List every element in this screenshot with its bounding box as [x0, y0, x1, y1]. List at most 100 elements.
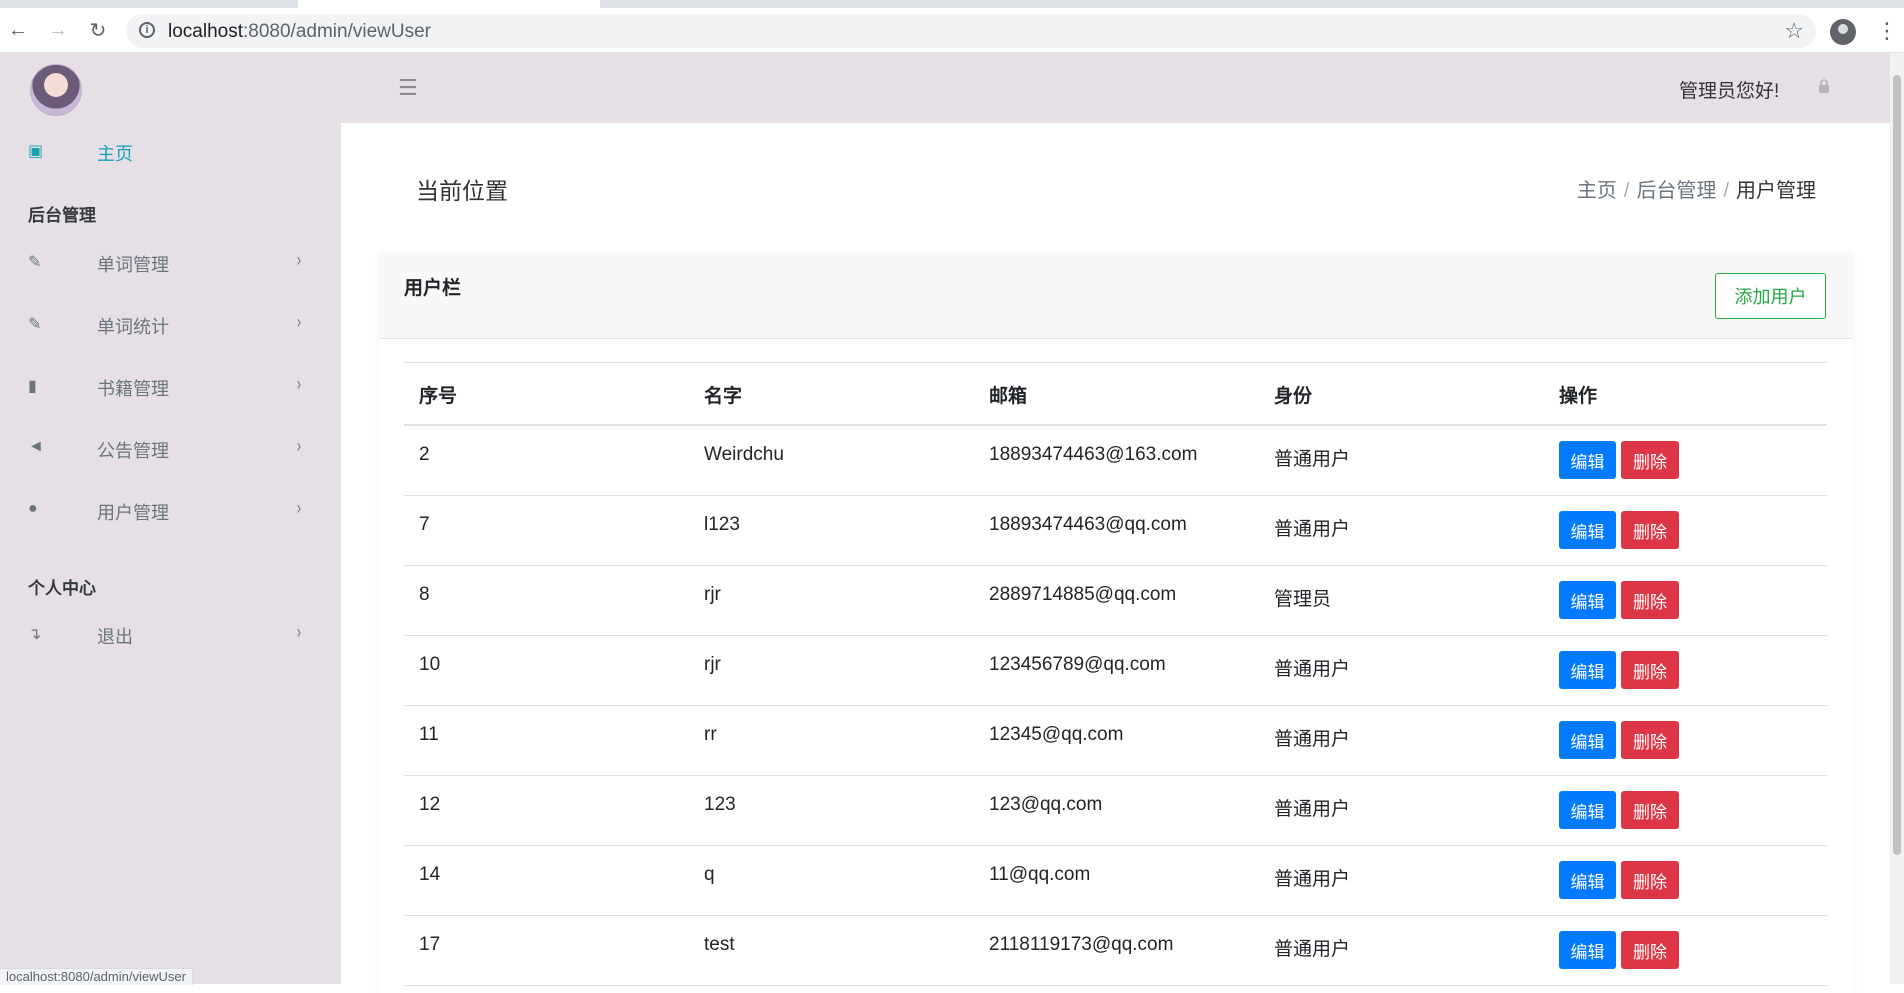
edit-button[interactable]: 编辑 — [1559, 511, 1616, 549]
breadcrumb-admin[interactable]: 后台管理 — [1636, 180, 1716, 202]
lock-icon[interactable] — [1817, 79, 1831, 93]
edit-icon: ✎ — [28, 316, 42, 333]
sidebar-item-label: 用户管理 — [97, 503, 169, 523]
sidebar-section-personal: 个人中心 — [28, 579, 96, 598]
edit-button[interactable]: 编辑 — [1559, 581, 1616, 619]
cell-id: 7 — [419, 514, 430, 535]
delete-button[interactable]: 删除 — [1621, 511, 1679, 549]
cell-email: 18893474463@qq.com — [989, 514, 1187, 535]
reload-icon[interactable]: ↻ — [84, 16, 112, 44]
sidebar: ▣ 主页 后台管理 ✎ 单词管理 › ✎ 单词统计 › ▮ 书籍管理 › ◄ 公… — [0, 53, 341, 984]
page-title: 当前位置 — [416, 178, 508, 204]
browser-menu-icon[interactable]: ⋮ — [1876, 20, 1898, 42]
cell-name: Weirdchu — [704, 444, 784, 465]
breadcrumb-separator: / — [1723, 180, 1729, 202]
table-row: 2 Weirdchu 18893474463@163.com 普通用户 编辑 删… — [404, 426, 1827, 496]
cell-name: rjr — [704, 584, 721, 605]
sidebar-item-book-management[interactable]: ▮ 书籍管理 › — [0, 366, 341, 406]
user-icon: ● — [28, 500, 38, 517]
address-bar[interactable]: i localhost:8080/admin/viewUser ☆ — [126, 14, 1816, 48]
sidebar-item-logout[interactable]: ↴ 退出 › — [0, 614, 341, 654]
laptop-icon: ▣ — [28, 143, 44, 160]
sidebar-item-label: 单词统计 — [97, 317, 169, 337]
cell-role: 普通用户 — [1274, 869, 1351, 890]
edit-button[interactable]: 编辑 — [1559, 791, 1616, 829]
page-scrollbar[interactable] — [1890, 53, 1904, 984]
delete-button[interactable]: 删除 — [1621, 581, 1679, 619]
table-row: 17 test 2118119173@qq.com 普通用户 编辑 删除 — [404, 916, 1827, 986]
cell-email: 12345@qq.com — [989, 724, 1124, 745]
avatar — [30, 64, 82, 116]
admin-greeting: 管理员您好! — [1679, 81, 1780, 102]
sidebar-item-word-statistics[interactable]: ✎ 单词统计 › — [0, 304, 341, 344]
cell-email: 2118119173@qq.com — [989, 934, 1174, 955]
chevron-right-icon: › — [296, 374, 302, 394]
edit-button[interactable]: 编辑 — [1559, 721, 1616, 759]
delete-button[interactable]: 删除 — [1621, 721, 1679, 759]
logout-icon: ↴ — [28, 626, 42, 643]
edit-button[interactable]: 编辑 — [1559, 931, 1616, 969]
cell-id: 11 — [419, 724, 439, 745]
user-card: 用户栏 添加用户 序号 名字 邮箱 身份 操作 2 Weirdchu 18893… — [379, 253, 1853, 993]
browser-toolbar: ← → ↻ i localhost:8080/admin/viewUser ☆ … — [0, 8, 1904, 53]
delete-button[interactable]: 删除 — [1621, 791, 1679, 829]
table-row: 14 q 11@qq.com 普通用户 编辑 删除 — [404, 846, 1827, 916]
edit-button[interactable]: 编辑 — [1559, 651, 1616, 689]
browser-active-tab[interactable] — [298, 0, 600, 8]
forward-icon[interactable]: → — [44, 16, 72, 44]
menu-toggle-icon[interactable]: ☰ — [398, 75, 418, 101]
column-header-email: 邮箱 — [989, 386, 1028, 407]
status-bar-url: localhost:8080/admin/viewUser — [0, 968, 193, 985]
breadcrumb-current: 用户管理 — [1736, 180, 1816, 202]
add-user-button[interactable]: 添加用户 — [1715, 273, 1826, 319]
cell-email: 123@qq.com — [989, 794, 1103, 815]
edit-button[interactable]: 编辑 — [1559, 441, 1616, 479]
delete-button[interactable]: 删除 — [1621, 931, 1679, 969]
sidebar-item-label: 退出 — [97, 627, 133, 647]
breadcrumb-separator: / — [1623, 180, 1630, 202]
column-header-id: 序号 — [419, 386, 458, 407]
chevron-right-icon: › — [296, 622, 302, 642]
delete-button[interactable]: 删除 — [1621, 651, 1679, 689]
cell-id: 10 — [419, 654, 441, 675]
address-url[interactable]: localhost:8080/admin/viewUser — [168, 21, 431, 43]
site-info-icon[interactable]: i — [139, 22, 155, 38]
cell-email: 2889714885@qq.com — [989, 584, 1177, 605]
sidebar-item-user-management[interactable]: ● 用户管理 › — [0, 490, 341, 530]
column-header-name: 名字 — [704, 386, 743, 407]
cell-id: 12 — [419, 794, 441, 815]
cell-email: 18893474463@163.com — [989, 444, 1198, 465]
card-title: 用户栏 — [404, 278, 462, 299]
column-header-role: 身份 — [1274, 386, 1313, 407]
sidebar-section-admin: 后台管理 — [28, 206, 96, 225]
profile-avatar-icon[interactable] — [1830, 19, 1856, 45]
edit-button[interactable]: 编辑 — [1559, 861, 1616, 899]
top-navbar: ☰ 管理员您好! — [341, 53, 1904, 123]
table-row: 10 rjr 123456789@qq.com 普通用户 编辑 删除 — [404, 636, 1827, 706]
sidebar-item-label: 书籍管理 — [97, 379, 169, 399]
scrollbar-thumb[interactable] — [1893, 75, 1901, 855]
table-row: 8 rjr 2889714885@qq.com 管理员 编辑 删除 — [404, 566, 1827, 636]
delete-button[interactable]: 删除 — [1621, 861, 1679, 899]
delete-button[interactable]: 删除 — [1621, 441, 1679, 479]
user-table: 序号 名字 邮箱 身份 操作 2 Weirdchu 18893474463@16… — [404, 362, 1827, 986]
chevron-right-icon: › — [296, 312, 302, 332]
sidebar-item-notice-management[interactable]: ◄ 公告管理 › — [0, 428, 341, 468]
cell-name: test — [704, 934, 735, 955]
sidebar-item-home[interactable]: ▣ 主页 — [0, 131, 341, 171]
cell-name: rjr — [704, 654, 721, 675]
bookmark-star-icon[interactable]: ☆ — [1784, 18, 1804, 44]
breadcrumb-home[interactable]: 主页 — [1577, 180, 1617, 202]
column-header-actions: 操作 — [1559, 386, 1598, 407]
cell-role: 普通用户 — [1274, 449, 1351, 470]
chevron-right-icon: › — [296, 250, 302, 270]
sidebar-item-word-management[interactable]: ✎ 单词管理 › — [0, 242, 341, 282]
volume-icon: ◄ — [28, 438, 44, 455]
cell-role: 管理员 — [1274, 589, 1332, 610]
table-row: 12 123 123@qq.com 普通用户 编辑 删除 — [404, 776, 1827, 846]
chevron-right-icon: › — [296, 436, 302, 456]
url-path: :8080/admin/viewUser — [243, 21, 431, 42]
cell-name: rr — [704, 724, 717, 745]
sidebar-item-label: 单词管理 — [97, 255, 169, 275]
back-icon[interactable]: ← — [4, 16, 32, 44]
